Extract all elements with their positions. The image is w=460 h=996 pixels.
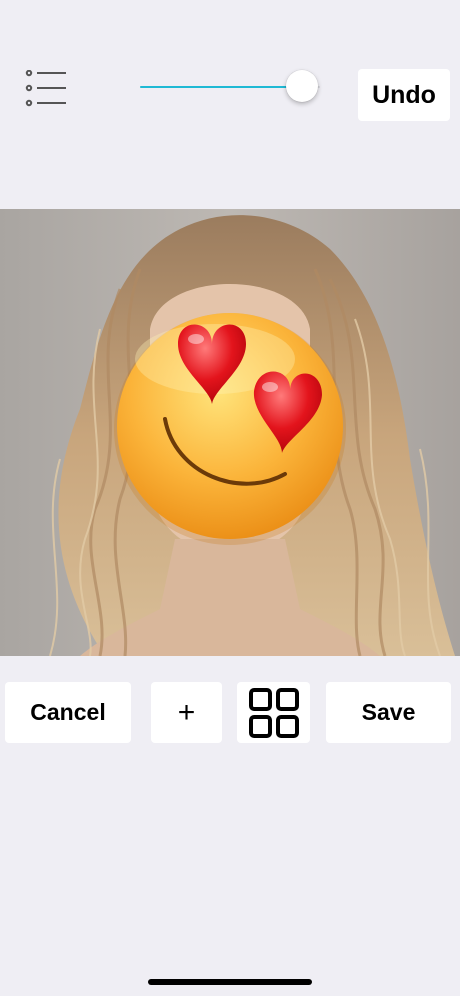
photo-canvas[interactable] <box>0 209 460 656</box>
undo-button[interactable]: Undo <box>358 69 450 121</box>
brush-size-slider[interactable] <box>140 70 320 104</box>
list-icon <box>25 69 66 107</box>
grid-icon <box>248 687 299 738</box>
add-button[interactable]: + <box>151 682 222 743</box>
cancel-button[interactable]: Cancel <box>5 682 131 743</box>
save-button[interactable]: Save <box>326 682 451 743</box>
home-indicator[interactable] <box>148 979 312 985</box>
slider-fill <box>140 86 302 88</box>
slider-thumb[interactable] <box>286 70 318 102</box>
emoji-overlay <box>114 313 346 545</box>
menu-button[interactable] <box>24 69 68 108</box>
photo-image <box>0 209 460 656</box>
grid-button[interactable] <box>237 682 310 743</box>
add-label: + <box>177 695 196 729</box>
